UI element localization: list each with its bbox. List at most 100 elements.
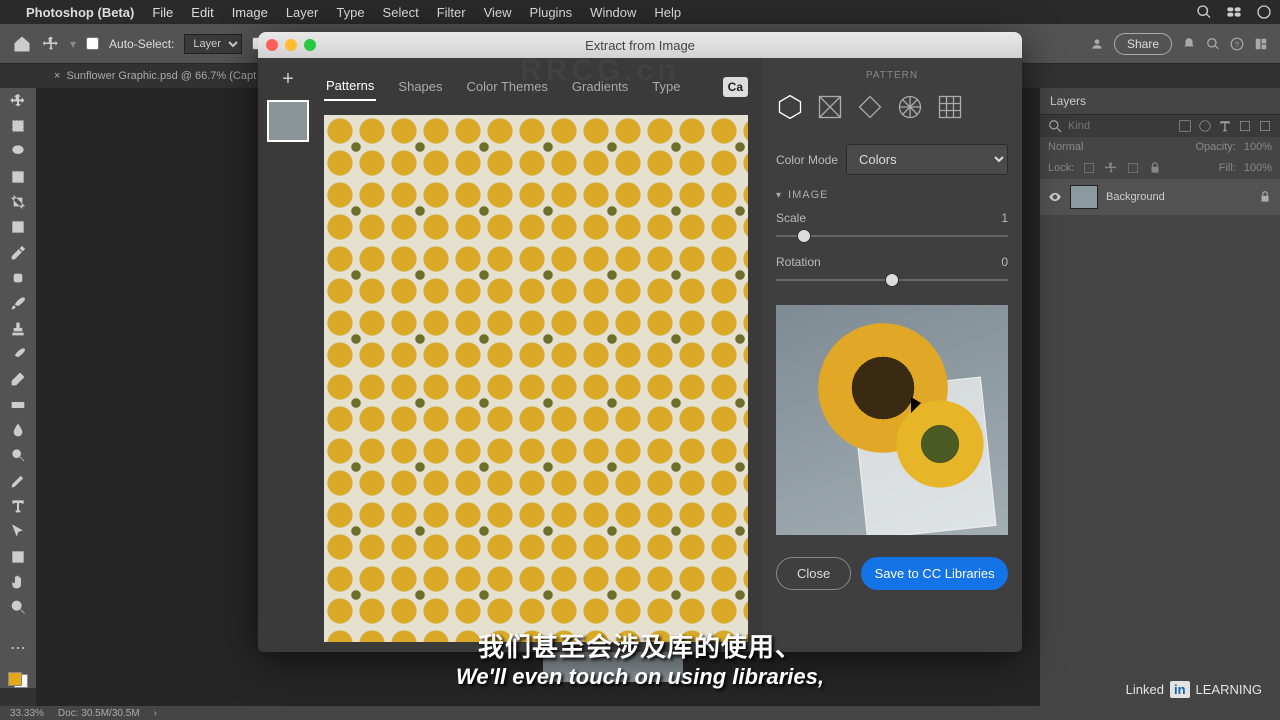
tab-color-themes[interactable]: Color Themes	[465, 73, 550, 100]
lock-icon[interactable]	[1258, 190, 1272, 204]
hand-tool[interactable]	[6, 573, 30, 590]
status-chevron-icon[interactable]: ›	[154, 708, 157, 719]
menu-filter[interactable]: Filter	[437, 5, 466, 20]
frame-tool[interactable]	[6, 219, 30, 236]
color-mode-select[interactable]: Colors	[846, 144, 1008, 175]
lock-position-icon[interactable]	[1104, 161, 1118, 175]
lock-artboard-icon[interactable]	[1126, 161, 1140, 175]
user-icon[interactable]	[1090, 37, 1104, 51]
filter-shape-icon[interactable]	[1238, 119, 1252, 133]
pattern-preview[interactable]	[324, 115, 748, 642]
menu-view[interactable]: View	[484, 5, 512, 20]
window-zoom-icon[interactable]	[304, 39, 316, 51]
menu-layer[interactable]: Layer	[286, 5, 319, 20]
pen-tool[interactable]	[6, 472, 30, 489]
tab-gradients[interactable]: Gradients	[570, 73, 630, 100]
healing-tool[interactable]	[6, 269, 30, 286]
search-icon[interactable]	[1196, 4, 1212, 20]
doc-size[interactable]: Doc: 30.5M/30.5M	[58, 708, 140, 719]
tab-patterns[interactable]: Patterns	[324, 72, 376, 101]
pattern-type-diamond-icon[interactable]	[856, 93, 884, 126]
menu-image[interactable]: Image	[232, 5, 268, 20]
object-selection-tool[interactable]	[6, 168, 30, 185]
auto-select-target[interactable]: Layer	[184, 34, 242, 54]
history-brush-tool[interactable]	[6, 345, 30, 362]
image-section-header[interactable]: IMAGE	[776, 189, 1008, 201]
filter-type-icon[interactable]	[1218, 119, 1232, 133]
help-icon[interactable]: ?	[1230, 37, 1244, 51]
menu-type[interactable]: Type	[336, 5, 364, 20]
workspace-icon[interactable]	[1254, 37, 1268, 51]
tab-shapes[interactable]: Shapes	[396, 73, 444, 100]
eraser-tool[interactable]	[6, 371, 30, 388]
shape-tool[interactable]	[6, 548, 30, 565]
brush-tool[interactable]	[6, 295, 30, 312]
window-minimize-icon[interactable]	[285, 39, 297, 51]
scale-value[interactable]: 1	[1001, 211, 1008, 225]
blend-mode[interactable]: Normal	[1048, 141, 1083, 153]
svg-text:?: ?	[1235, 39, 1239, 48]
visibility-icon[interactable]	[1048, 190, 1062, 204]
lock-all-icon[interactable]	[1148, 161, 1162, 175]
lock-pixels-icon[interactable]	[1082, 161, 1096, 175]
menu-file[interactable]: File	[152, 5, 173, 20]
move-tool[interactable]	[6, 92, 30, 109]
lasso-tool[interactable]	[6, 143, 30, 160]
app-name[interactable]: Photoshop (Beta)	[26, 5, 134, 20]
share-button[interactable]: Share	[1114, 33, 1172, 55]
opacity-value[interactable]: 100%	[1244, 141, 1272, 153]
search-icon[interactable]	[1048, 119, 1062, 133]
auto-select-checkbox[interactable]	[86, 37, 99, 50]
pattern-type-hex-icon[interactable]	[776, 93, 804, 126]
pattern-type-grid-icon[interactable]	[936, 93, 964, 126]
source-image-preview[interactable]	[776, 305, 1008, 535]
document-tab[interactable]: × Sunflower Graphic.psd @ 66.7% (Capt	[44, 66, 266, 86]
zoom-tool[interactable]	[6, 599, 30, 616]
menu-plugins[interactable]: Plugins	[530, 5, 573, 20]
menu-edit[interactable]: Edit	[191, 5, 213, 20]
scale-slider[interactable]	[776, 227, 1008, 245]
menu-help[interactable]: Help	[654, 5, 681, 20]
close-button[interactable]: Close	[776, 557, 851, 590]
close-tab-icon[interactable]: ×	[54, 70, 60, 82]
tab-type[interactable]: Type	[650, 73, 682, 100]
fill-value[interactable]: 100%	[1244, 162, 1272, 174]
pattern-type-mesh-icon[interactable]	[816, 93, 844, 126]
home-icon[interactable]	[12, 34, 32, 54]
eyedropper-tool[interactable]	[6, 244, 30, 261]
add-source-button[interactable]: +	[277, 68, 299, 90]
layers-panel-title[interactable]: Layers	[1040, 88, 1280, 115]
source-thumbnail[interactable]	[267, 100, 309, 142]
blur-tool[interactable]	[6, 421, 30, 438]
stamp-tool[interactable]	[6, 320, 30, 337]
gradient-tool[interactable]	[6, 396, 30, 413]
edit-toolbar-icon[interactable]: ⋯	[6, 638, 30, 658]
pattern-type-radial-icon[interactable]	[896, 93, 924, 126]
color-swatches[interactable]	[8, 672, 28, 688]
rotation-value[interactable]: 0	[1001, 255, 1008, 269]
layer-row-background[interactable]: Background	[1040, 179, 1280, 215]
save-to-libraries-button[interactable]: Save to CC Libraries	[861, 557, 1008, 590]
window-close-icon[interactable]	[266, 39, 278, 51]
layer-name[interactable]: Background	[1106, 191, 1165, 203]
dodge-tool[interactable]	[6, 447, 30, 464]
filter-image-icon[interactable]	[1178, 119, 1192, 133]
path-selection-tool[interactable]	[6, 523, 30, 540]
siri-icon[interactable]	[1256, 4, 1272, 20]
layer-kind-filter[interactable]	[1068, 120, 1172, 132]
color-mode-label: Color Mode	[776, 153, 838, 167]
bell-icon[interactable]	[1182, 37, 1196, 51]
opacity-label: Opacity:	[1196, 141, 1236, 153]
crop-tool[interactable]	[6, 193, 30, 210]
menu-window[interactable]: Window	[590, 5, 636, 20]
control-center-icon[interactable]	[1226, 4, 1242, 20]
dialog-titlebar[interactable]: Extract from Image	[258, 32, 1022, 58]
filter-adjust-icon[interactable]	[1198, 119, 1212, 133]
filter-smart-icon[interactable]	[1258, 119, 1272, 133]
rotation-slider[interactable]	[776, 271, 1008, 289]
marquee-tool[interactable]	[6, 117, 30, 134]
search-icon[interactable]	[1206, 37, 1220, 51]
type-tool[interactable]	[6, 497, 30, 514]
menu-select[interactable]: Select	[383, 5, 419, 20]
zoom-level[interactable]: 33.33%	[10, 708, 44, 719]
